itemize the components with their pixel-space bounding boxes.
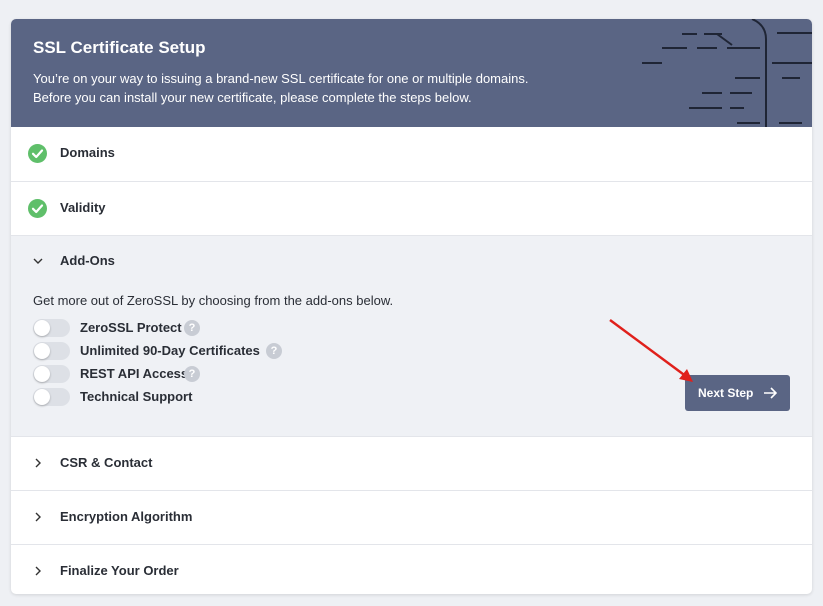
header-description-line-2: Before you can install your new certific… (33, 90, 472, 105)
header-description-line-1: You’re on your way to issuing a brand-ne… (33, 71, 529, 86)
check-circle-icon (28, 199, 47, 218)
addon-label: Technical Support (80, 389, 193, 404)
step-domains[interactable]: Domains (11, 127, 812, 181)
step-label[interactable]: Add-Ons (60, 236, 115, 286)
step-label: CSR & Contact (60, 455, 153, 470)
chevron-right-icon (35, 458, 41, 468)
setup-header: SSL Certificate Setup You’re on your way… (11, 19, 812, 127)
addon-label: ZeroSSL Protect (80, 320, 182, 335)
annotation-arrow-icon (609, 318, 693, 382)
check-circle-icon (28, 144, 47, 163)
chevron-right-icon (35, 512, 41, 522)
addon-label: REST API Access (80, 366, 189, 381)
help-icon[interactable]: ? (184, 366, 200, 382)
addon-toggle[interactable] (33, 365, 70, 383)
step-encryption-algorithm[interactable]: Encryption Algorithm (11, 490, 812, 544)
header-description: You’re on your way to issuing a brand-ne… (33, 69, 593, 107)
arrow-right-icon (764, 387, 777, 399)
help-icon[interactable]: ? (184, 320, 200, 336)
toggle-knob (34, 320, 50, 336)
step-finalize-order[interactable]: Finalize Your Order (11, 544, 812, 594)
addon-label: Unlimited 90-Day Certificates (80, 343, 260, 358)
toggle-knob (34, 366, 50, 382)
step-csr-contact[interactable]: CSR & Contact (11, 436, 812, 490)
step-label: Domains (60, 145, 115, 160)
chevron-down-icon[interactable] (32, 255, 44, 267)
step-validity[interactable]: Validity (11, 181, 812, 235)
step-label: Validity (60, 200, 106, 215)
step-label: Finalize Your Order (60, 563, 179, 578)
addon-toggle[interactable] (33, 388, 70, 406)
toggle-knob (34, 389, 50, 405)
decorative-lines-graphic (642, 19, 812, 127)
step-label: Encryption Algorithm (60, 509, 193, 524)
toggle-knob (34, 343, 50, 359)
page-title: SSL Certificate Setup (33, 38, 206, 57)
help-icon[interactable]: ? (266, 343, 282, 359)
addon-toggle[interactable] (33, 342, 70, 360)
next-step-label: Next Step (698, 386, 754, 400)
addon-toggle[interactable] (33, 319, 70, 337)
addons-description: Get more out of ZeroSSL by choosing from… (33, 293, 394, 308)
chevron-right-icon (35, 566, 41, 576)
